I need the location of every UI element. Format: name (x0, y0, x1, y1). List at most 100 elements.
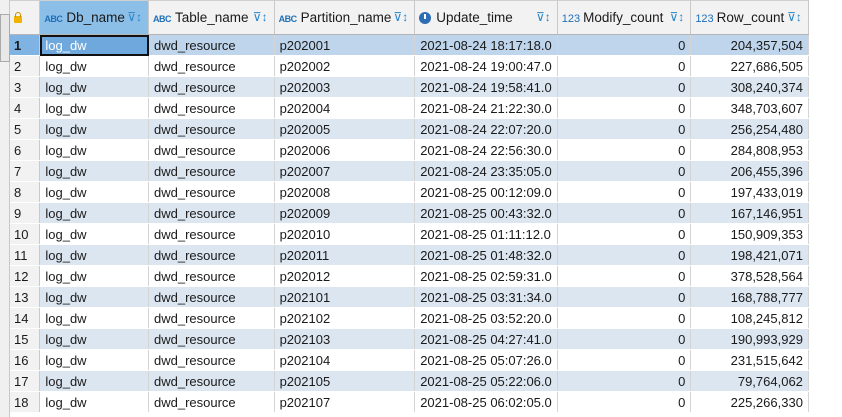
cell-row-count[interactable]: 348,703,607 (690, 97, 809, 119)
cell-table-name[interactable]: dwd_resource (148, 76, 275, 98)
row-number[interactable]: 18 (10, 391, 41, 413)
cell-table-name[interactable]: dwd_resource (148, 202, 275, 224)
cell-update-time[interactable]: 2021-08-25 03:52:20.0 (414, 307, 558, 329)
cell-table-name[interactable]: dwd_resource (148, 265, 275, 287)
row-number[interactable]: 12 (10, 265, 41, 287)
table-row[interactable]: 13 log_dw dwd_resource p202101 2021-08-25 03… (10, 286, 842, 308)
cell-row-count[interactable]: 108,245,812 (690, 307, 809, 329)
cell-table-name[interactable]: dwd_resource (148, 391, 275, 413)
cell-db-name[interactable]: log_dw (39, 349, 149, 371)
cell-table-name[interactable]: dwd_resource (148, 307, 275, 329)
table-row[interactable]: 11 log_dw dwd_resource p202011 2021-08-25 01… (10, 244, 842, 266)
cell-table-name[interactable]: dwd_resource (148, 118, 275, 140)
cell-modify-count[interactable]: 0 (557, 55, 692, 77)
cell-db-name[interactable]: log_dw (39, 160, 149, 182)
cell-row-count[interactable]: 168,788,777 (690, 286, 809, 308)
cell-row-count[interactable]: 190,993,929 (690, 328, 809, 350)
cell-modify-count[interactable]: 0 (557, 202, 692, 224)
cell-table-name[interactable]: dwd_resource (148, 370, 275, 392)
cell-db-name[interactable]: log_dw (39, 244, 149, 266)
table-row[interactable]: 15 log_dw dwd_resource p202103 2021-08-25 04… (10, 328, 842, 350)
cell-db-name[interactable]: log_dw (39, 97, 149, 119)
cell-db-name[interactable]: log_dw (39, 55, 149, 77)
cell-update-time[interactable]: 2021-08-25 02:59:31.0 (414, 265, 558, 287)
cell-modify-count[interactable]: 0 (557, 160, 692, 182)
cell-db-name[interactable]: log_dw (39, 391, 149, 413)
cell-table-name[interactable]: dwd_resource (148, 328, 275, 350)
cell-modify-count[interactable]: 0 (557, 286, 692, 308)
row-number[interactable]: 13 (10, 286, 41, 308)
column-header-row-count[interactable]: 123 Row_count ⊽↕ (690, 0, 809, 35)
table-row[interactable]: 9 log_dw dwd_resource p202009 2021-08-25 00:… (10, 202, 842, 224)
filter-sort-icon[interactable]: ⊽↕ (127, 10, 142, 24)
cell-partition-name[interactable]: p202105 (274, 370, 416, 392)
table-row[interactable]: 12 log_dw dwd_resource p202012 2021-08-25 02… (10, 265, 842, 287)
cell-row-count[interactable]: 167,146,951 (690, 202, 809, 224)
cell-modify-count[interactable]: 0 (557, 139, 692, 161)
table-row[interactable]: 1 log_dw dwd_resource p202001 2021-08-24 18:… (10, 34, 842, 56)
cell-partition-name[interactable]: p202005 (274, 118, 416, 140)
cell-db-name[interactable]: log_dw (39, 286, 149, 308)
cell-db-name[interactable]: log_dw (39, 34, 149, 56)
cell-row-count[interactable]: 225,266,330 (690, 391, 809, 413)
table-row[interactable]: 18 log_dw dwd_resource p202107 2021-08-25 06… (10, 391, 842, 413)
cell-table-name[interactable]: dwd_resource (148, 181, 275, 203)
cell-modify-count[interactable]: 0 (557, 34, 692, 56)
cell-modify-count[interactable]: 0 (557, 97, 692, 119)
filter-sort-icon[interactable]: ⊽↕ (670, 10, 685, 24)
cell-update-time[interactable]: 2021-08-24 21:22:30.0 (414, 97, 558, 119)
cell-modify-count[interactable]: 0 (557, 391, 692, 413)
cell-row-count[interactable]: 197,433,019 (690, 181, 809, 203)
cell-partition-name[interactable]: p202103 (274, 328, 416, 350)
cell-row-count[interactable]: 150,909,353 (690, 223, 809, 245)
cell-table-name[interactable]: dwd_resource (148, 34, 275, 56)
cell-partition-name[interactable]: p202104 (274, 349, 416, 371)
row-number[interactable]: 2 (10, 55, 41, 77)
column-header-update-time[interactable]: Update_time ⊽↕ (414, 0, 558, 35)
filter-sort-icon[interactable]: ⊽↕ (393, 10, 408, 24)
cell-update-time[interactable]: 2021-08-24 23:35:05.0 (414, 160, 558, 182)
cell-row-count[interactable]: 227,686,505 (690, 55, 809, 77)
cell-partition-name[interactable]: p202009 (274, 202, 416, 224)
cell-update-time[interactable]: 2021-08-24 18:17:18.0 (414, 34, 558, 56)
cell-table-name[interactable]: dwd_resource (148, 139, 275, 161)
column-header-db-name[interactable]: ABC Db_name ⊽↕ (39, 0, 149, 35)
cell-table-name[interactable]: dwd_resource (148, 55, 275, 77)
cell-row-count[interactable]: 308,240,374 (690, 76, 809, 98)
table-row[interactable]: 5 log_dw dwd_resource p202005 2021-08-24 22:… (10, 118, 842, 140)
cell-partition-name[interactable]: p202102 (274, 307, 416, 329)
cell-modify-count[interactable]: 0 (557, 349, 692, 371)
column-header-partition-name[interactable]: ABC Partition_name ⊽↕ (274, 0, 416, 35)
cell-update-time[interactable]: 2021-08-24 22:56:30.0 (414, 139, 558, 161)
cell-db-name[interactable]: log_dw (39, 307, 149, 329)
table-row[interactable]: 7 log_dw dwd_resource p202007 2021-08-24 23:… (10, 160, 842, 182)
cell-table-name[interactable]: dwd_resource (148, 244, 275, 266)
cell-db-name[interactable]: log_dw (39, 202, 149, 224)
cell-modify-count[interactable]: 0 (557, 76, 692, 98)
row-number[interactable]: 9 (10, 202, 41, 224)
cell-db-name[interactable]: log_dw (39, 181, 149, 203)
cell-update-time[interactable]: 2021-08-25 00:43:32.0 (414, 202, 558, 224)
row-number[interactable]: 14 (10, 307, 41, 329)
cell-update-time[interactable]: 2021-08-25 01:11:12.0 (414, 223, 558, 245)
table-row[interactable]: 17 log_dw dwd_resource p202105 2021-08-25 05… (10, 370, 842, 392)
column-header-table-name[interactable]: ABC Table_name ⊽↕ (148, 0, 275, 35)
table-row[interactable]: 16 log_dw dwd_resource p202104 2021-08-25 05… (10, 349, 842, 371)
cell-table-name[interactable]: dwd_resource (148, 286, 275, 308)
cell-partition-name[interactable]: p202011 (274, 244, 416, 266)
cell-modify-count[interactable]: 0 (557, 118, 692, 140)
row-number[interactable]: 7 (10, 160, 41, 182)
cell-modify-count[interactable]: 0 (557, 223, 692, 245)
cell-update-time[interactable]: 2021-08-25 06:02:05.0 (414, 391, 558, 413)
cell-update-time[interactable]: 2021-08-25 01:48:32.0 (414, 244, 558, 266)
cell-partition-name[interactable]: p202007 (274, 160, 416, 182)
cell-row-count[interactable]: 79,764,062 (690, 370, 809, 392)
row-number[interactable]: 6 (10, 139, 41, 161)
cell-partition-name[interactable]: p202010 (274, 223, 416, 245)
side-tab[interactable] (0, 14, 10, 62)
filter-sort-icon[interactable]: ⊽↕ (536, 10, 551, 24)
cell-modify-count[interactable]: 0 (557, 244, 692, 266)
row-number[interactable]: 11 (10, 244, 41, 266)
cell-table-name[interactable]: dwd_resource (148, 97, 275, 119)
cell-partition-name[interactable]: p202001 (274, 34, 416, 56)
